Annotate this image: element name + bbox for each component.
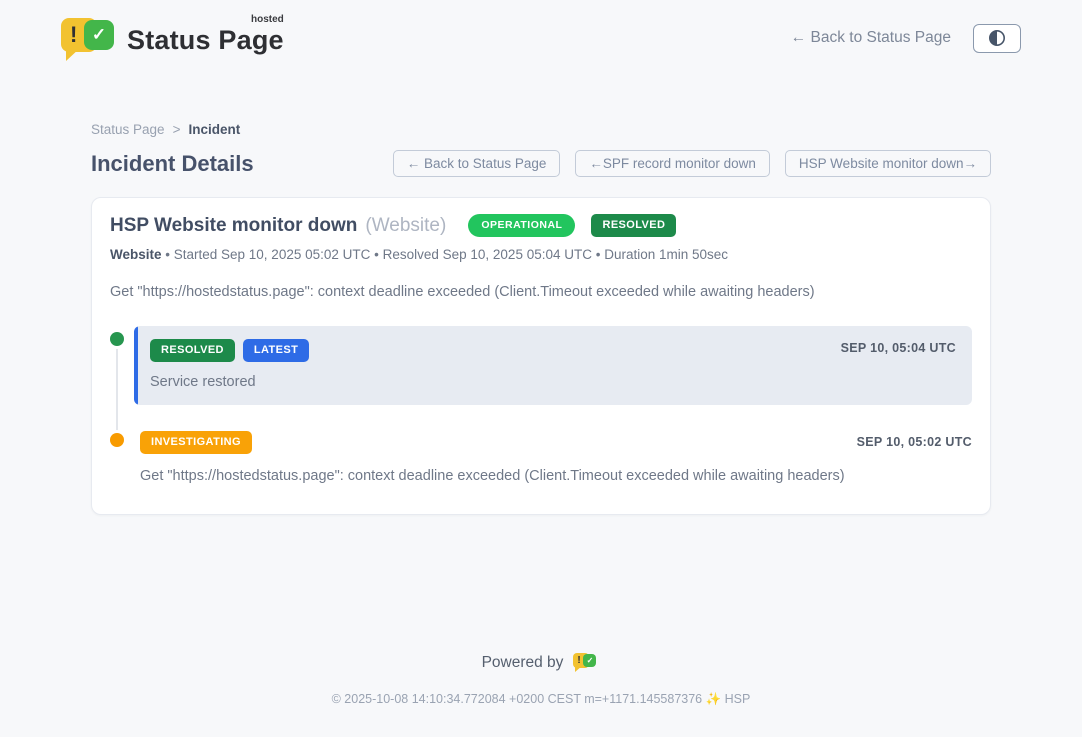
next-incident-button[interactable]: HSP Website monitor down→	[785, 150, 991, 177]
copyright-line: © 2025-10-08 14:10:34.772084 +0200 CEST …	[0, 692, 1082, 707]
entry-badges: RESOLVED LATEST	[150, 339, 956, 362]
incident-meta: Website • Started Sep 10, 2025 05:02 UTC…	[110, 247, 972, 262]
latest-badge: LATEST	[243, 339, 309, 362]
timeline-entry-resolved: RESOLVED LATEST SEP 10, 05:04 UTC Servic…	[134, 326, 972, 405]
entry-timestamp: SEP 10, 05:02 UTC	[857, 435, 972, 449]
powered-by-label: Powered by	[482, 654, 564, 672]
incident-description: Get "https://hostedstatus.page": context…	[110, 284, 972, 300]
powered-by: Powered by ! ✓	[0, 652, 1082, 674]
incident-timeline: RESOLVED LATEST SEP 10, 05:04 UTC Servic…	[110, 326, 972, 484]
breadcrumb-incident: Incident	[188, 122, 240, 137]
timeline-connector-line	[116, 342, 118, 434]
header: ! ✓ Status Page hosted ← Back to Status …	[61, 0, 1021, 62]
logo-hosted-label: hosted	[251, 14, 284, 25]
app-logo[interactable]: ! ✓ Status Page hosted	[61, 15, 284, 61]
incident-component: (Website)	[365, 215, 446, 237]
previous-incident-button[interactable]: ←SPF record monitor down	[575, 150, 770, 177]
green-status-dot-icon	[110, 332, 124, 346]
incident-title-row: HSP Website monitor down (Website) OPERA…	[110, 214, 972, 237]
incident-card: HSP Website monitor down (Website) OPERA…	[91, 197, 991, 515]
entry-message: Get "https://hostedstatus.page": context…	[140, 468, 972, 484]
incident-meta-details: • Started Sep 10, 2025 05:02 UTC • Resol…	[162, 247, 729, 262]
breadcrumb: Status Page > Incident	[91, 122, 991, 137]
back-to-status-page-button[interactable]: ← Back to Status Page	[393, 150, 561, 177]
entry-message: Service restored	[150, 374, 956, 390]
half-circle-contrast-icon	[988, 29, 1006, 47]
back-to-status-page-link[interactable]: ← Back to Status Page	[791, 29, 951, 47]
entry-badges: INVESTIGATING	[140, 431, 972, 454]
timeline-entry-resolved-box: RESOLVED LATEST SEP 10, 05:04 UTC Servic…	[134, 326, 972, 405]
incident-meta-component: Website	[110, 247, 162, 262]
incident-nav-buttons: ← Back to Status Page ←SPF record monito…	[393, 150, 991, 177]
footer-logo-check-icon: ✓	[583, 654, 596, 667]
header-actions: ← Back to Status Page	[791, 24, 1021, 53]
title-row: Incident Details ← Back to Status Page ←…	[91, 150, 991, 177]
orange-status-dot-icon	[110, 433, 124, 447]
page-title: Incident Details	[91, 151, 254, 177]
main-content: Status Page > Incident Incident Details …	[91, 122, 991, 515]
logo-bubble-tail	[66, 48, 80, 61]
footer-logo-icon[interactable]: ! ✓	[573, 652, 600, 674]
entry-timestamp: SEP 10, 05:04 UTC	[841, 341, 956, 355]
breadcrumb-separator: >	[173, 122, 181, 137]
resolved-status-badge: RESOLVED	[591, 214, 676, 237]
logo-text: Status Page	[127, 25, 284, 55]
footer: Powered by ! ✓ © 2025-10-08 14:10:34.772…	[0, 652, 1082, 707]
incident-title: HSP Website monitor down	[110, 215, 357, 237]
logo-icon: ! ✓	[61, 15, 117, 61]
footer-logo-tail	[575, 666, 582, 672]
operational-status-badge: OPERATIONAL	[468, 214, 575, 237]
theme-toggle-button[interactable]	[973, 24, 1021, 53]
investigating-badge: INVESTIGATING	[140, 431, 252, 454]
logo-check-bubble-icon: ✓	[84, 20, 114, 50]
breadcrumb-status-page[interactable]: Status Page	[91, 122, 165, 137]
timeline-entry-investigating: INVESTIGATING SEP 10, 05:02 UTC Get "htt…	[134, 431, 972, 484]
resolved-badge: RESOLVED	[150, 339, 235, 362]
logo-text-wrap: Status Page hosted	[127, 15, 284, 56]
